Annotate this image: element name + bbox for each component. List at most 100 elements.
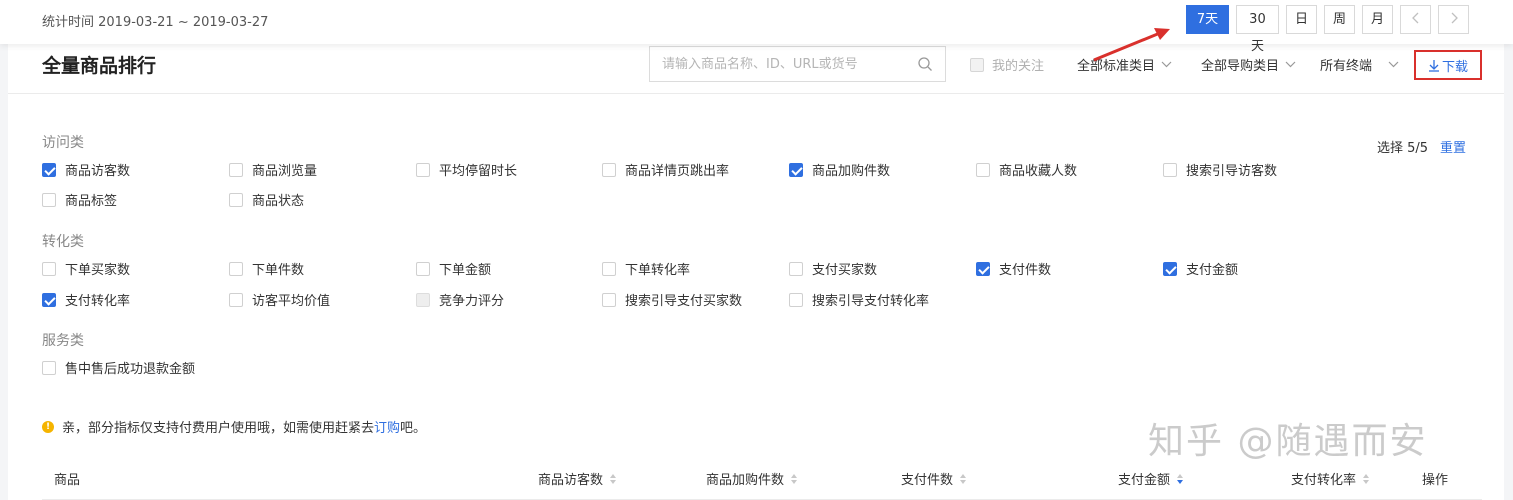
metric-option[interactable]: 搜索引导支付买家数	[602, 290, 742, 309]
terminal-dropdown[interactable]: 所有终端	[1320, 55, 1399, 74]
checkbox[interactable]	[42, 192, 56, 207]
metric-option[interactable]: 支付件数	[976, 259, 1051, 278]
subscribe-link[interactable]: 订购	[374, 417, 400, 436]
metric-option[interactable]: 支付买家数	[789, 259, 877, 278]
metric-label: 商品访客数	[65, 164, 131, 179]
notice-suffix: 吧。	[400, 421, 427, 436]
metric-label: 访客平均价值	[252, 294, 331, 309]
metric-option[interactable]: 下单转化率	[602, 259, 690, 278]
checkbox[interactable]	[789, 292, 803, 307]
metric-option-disabled: 竞争力评分	[416, 290, 504, 309]
metric-option[interactable]: 商品详情页跳出率	[602, 160, 729, 179]
download-icon	[1428, 59, 1439, 72]
checkbox[interactable]	[1163, 162, 1177, 177]
range-month-button[interactable]: 月	[1361, 5, 1393, 34]
checkbox[interactable]	[416, 261, 430, 276]
checkbox[interactable]	[42, 360, 56, 375]
metric-option[interactable]: 下单买家数	[42, 259, 130, 278]
download-button[interactable]: 下载	[1414, 50, 1482, 80]
metric-option[interactable]: 商品状态	[229, 190, 304, 209]
search-box	[649, 46, 946, 82]
metric-label: 支付转化率	[65, 294, 131, 309]
checkbox[interactable]	[1163, 261, 1177, 276]
my-follow-label: 我的关注	[992, 59, 1045, 74]
warning-icon: !	[42, 420, 54, 433]
checkbox[interactable]	[42, 261, 56, 276]
watermark: 知乎 @随遇而安	[1148, 421, 1428, 462]
col-paid-items[interactable]: 支付件数	[901, 469, 967, 488]
checkbox[interactable]	[602, 261, 616, 276]
metric-option[interactable]: 支付转化率	[42, 290, 130, 309]
reset-link[interactable]: 重置	[1440, 137, 1466, 156]
prev-period-button[interactable]	[1400, 5, 1431, 34]
metric-option[interactable]: 商品浏览量	[229, 160, 317, 179]
card-header: 全量商品排行 我的关注 全部标准类目 全部导购类目 所有终端	[8, 44, 1504, 94]
range-30-days-button[interactable]: 30天	[1235, 5, 1279, 54]
sort-icon	[1363, 473, 1370, 484]
col-paid-amount[interactable]: 支付金额	[1118, 469, 1184, 488]
col-cart-adds[interactable]: 商品加购件数	[706, 469, 798, 488]
select-count: 选择 5/5	[1377, 141, 1429, 156]
page-title: 全量商品排行	[42, 55, 157, 77]
column-label: 支付件数	[901, 473, 954, 488]
notice-text: 亲，部分指标仅支持付费用户使用哦，如需使用赶紧去	[62, 421, 375, 436]
checkbox[interactable]	[789, 261, 803, 276]
checkbox[interactable]	[229, 192, 243, 207]
checkbox[interactable]	[229, 292, 243, 307]
metric-option[interactable]: 下单金额	[416, 259, 491, 278]
my-follow-checkbox[interactable]: 我的关注	[970, 55, 1044, 74]
checkbox[interactable]	[602, 162, 616, 177]
checkbox[interactable]	[42, 162, 56, 177]
metric-option[interactable]: 平均停留时长	[416, 160, 517, 179]
download-label: 下载	[1441, 59, 1468, 75]
range-week-button[interactable]: 周	[1323, 5, 1355, 34]
metric-label: 下单金额	[439, 263, 492, 278]
metric-option[interactable]: 商品访客数	[42, 160, 130, 179]
dropdown-label: 全部导购类目	[1201, 59, 1280, 74]
range-day-button[interactable]: 日	[1285, 5, 1317, 34]
dropdown-label: 所有终端	[1320, 59, 1373, 74]
metric-label: 下单买家数	[65, 263, 131, 278]
checkbox[interactable]	[970, 57, 984, 72]
metric-option[interactable]: 商品加购件数	[789, 160, 890, 179]
column-label: 商品加购件数	[706, 473, 785, 488]
col-visitors[interactable]: 商品访客数	[538, 469, 617, 488]
metric-option[interactable]: 下单件数	[229, 259, 304, 278]
checkbox[interactable]	[416, 162, 430, 177]
metric-label: 搜索引导支付买家数	[625, 294, 743, 309]
metric-label: 下单转化率	[625, 263, 691, 278]
search-input[interactable]	[662, 47, 912, 81]
checkbox[interactable]	[789, 162, 803, 177]
metric-option[interactable]: 支付金额	[1163, 259, 1238, 278]
range-7-days-button[interactable]: 7天	[1185, 5, 1229, 34]
metric-option[interactable]: 搜索引导访客数	[1163, 160, 1277, 179]
checkbox[interactable]	[229, 162, 243, 177]
metric-label: 下单件数	[252, 263, 305, 278]
checkbox[interactable]	[42, 292, 56, 307]
column-label: 支付金额	[1118, 473, 1171, 488]
metric-option[interactable]: 访客平均价值	[229, 290, 330, 309]
metric-label: 商品状态	[252, 194, 305, 209]
metric-label: 商品浏览量	[252, 164, 318, 179]
metric-label: 商品收藏人数	[999, 164, 1078, 179]
checkbox[interactable]	[976, 261, 990, 276]
column-label: 商品访客数	[538, 473, 604, 488]
metric-option[interactable]: 售中售后成功退款金额	[42, 358, 195, 377]
metric-label: 平均停留时长	[439, 164, 518, 179]
chevron-down-icon	[1388, 61, 1399, 68]
next-period-button[interactable]	[1438, 5, 1469, 34]
checkbox[interactable]	[229, 261, 243, 276]
col-conversion-rate[interactable]: 支付转化率	[1291, 469, 1370, 488]
checkbox[interactable]	[602, 292, 616, 307]
search-icon[interactable]	[917, 56, 933, 72]
group-title-visit: 访问类	[42, 135, 84, 151]
metric-label: 商品加购件数	[812, 164, 891, 179]
paid-feature-notice: ! 亲，部分指标仅支持付费用户使用哦，如需使用赶紧去 订购 吧。	[42, 417, 426, 436]
metric-option[interactable]: 商品标签	[42, 190, 117, 209]
metric-option[interactable]: 商品收藏人数	[976, 160, 1077, 179]
guide-category-dropdown[interactable]: 全部导购类目	[1201, 55, 1296, 74]
metric-label: 支付金额	[1186, 263, 1239, 278]
annotation-arrow	[1093, 28, 1170, 62]
metric-option[interactable]: 搜索引导支付转化率	[789, 290, 929, 309]
checkbox[interactable]	[976, 162, 990, 177]
